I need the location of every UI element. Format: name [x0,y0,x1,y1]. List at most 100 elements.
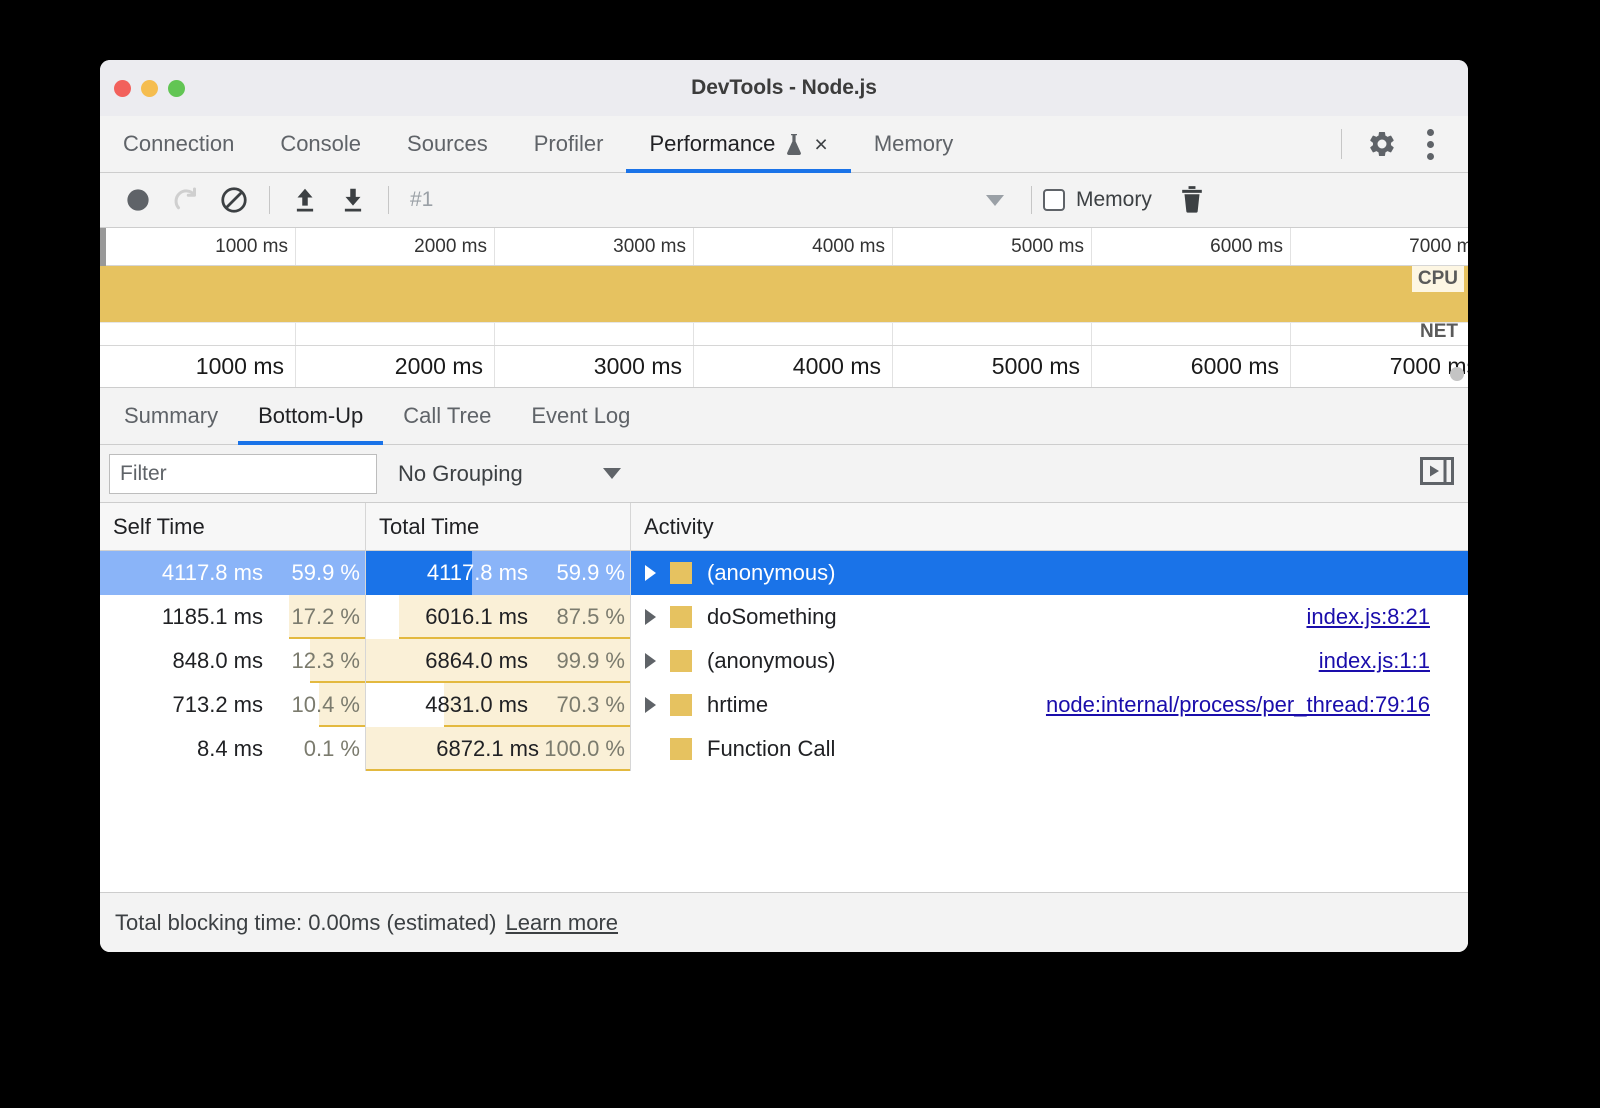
activity-name: (anonymous) [707,560,835,586]
expand-triangle-icon[interactable] [645,697,656,713]
total-blocking-time-text: Total blocking time: 0.00ms (estimated) [115,910,497,936]
ruler-tick: 1000 ms [100,346,296,387]
window-title: DevTools - Node.js [100,76,1468,100]
tab-profiler[interactable]: Profiler [511,116,627,172]
cell-activity: (anonymous) index.js:1:1 [631,639,1468,683]
expand-triangle-icon[interactable] [645,653,656,669]
total-time-percent: 59.9 % [539,560,625,586]
tab-label: Memory [874,131,953,157]
memory-checkbox[interactable] [1043,189,1065,211]
filter-toolbar: No Grouping [100,445,1468,503]
cell-self-time: 848.0 ms 12.3 % [100,639,366,683]
activity-name: Function Call [707,736,835,762]
cell-self-time: 1185.1 ms 17.2 % [100,595,366,639]
overview-ruler-top: 1000 ms 2000 ms 3000 ms 4000 ms 5000 ms … [100,228,1468,266]
table-row[interactable]: 1185.1 ms 17.2 % 6016.1 ms 87.5 % doSome… [100,595,1468,639]
source-link[interactable]: node:internal/process/per_thread:79:16 [1046,692,1430,718]
source-link[interactable]: index.js:1:1 [1319,648,1430,674]
cell-activity: hrtime node:internal/process/per_thread:… [631,683,1468,727]
tab-label: Console [280,131,361,157]
activity-color-swatch [670,694,692,716]
clear-prohibited-icon[interactable] [210,179,258,221]
memory-checkbox-group[interactable]: Memory [1043,188,1152,212]
upload-arrow-icon[interactable] [281,179,329,221]
cell-activity: (anonymous) [631,551,1468,595]
expand-triangle-icon[interactable] [645,565,656,581]
tab-performance[interactable]: Performance × [626,116,850,172]
tab-bottom-up[interactable]: Bottom-Up [238,388,383,444]
close-icon[interactable]: × [814,133,827,156]
filter-input[interactable] [109,454,377,494]
cell-total-time: 4831.0 ms 70.3 % [366,683,631,727]
activity-color-swatch [670,738,692,760]
activity-color-swatch [670,606,692,628]
grid-column [694,322,893,345]
ruler-tick: 3000 ms [495,346,694,387]
traffic-light-buttons [114,80,185,97]
grid-column [296,322,495,345]
total-time-percent: 100.0 % [539,736,625,762]
cell-self-time: 4117.8 ms 59.9 % [100,551,366,595]
ruler-tick: 2000 ms [296,346,495,387]
tab-label: Connection [123,131,234,157]
sidebar-collapse-icon[interactable] [1420,456,1454,491]
zoom-window-button[interactable] [168,80,185,97]
tab-label: Call Tree [403,403,491,429]
self-time-percent: 12.3 % [274,648,360,674]
table-row[interactable]: 848.0 ms 12.3 % 6864.0 ms 99.9 % (anonym… [100,639,1468,683]
tab-connection[interactable]: Connection [100,116,257,172]
gear-icon[interactable] [1360,122,1404,166]
ruler-tick: 1000 ms [100,228,296,265]
kebab-menu-icon[interactable] [1408,122,1452,166]
timeline-overview[interactable]: 1000 ms 2000 ms 3000 ms 4000 ms 5000 ms … [100,228,1468,388]
tab-call-tree[interactable]: Call Tree [383,388,511,444]
tab-event-log[interactable]: Event Log [511,388,650,444]
horizontal-scroll-thumb[interactable] [1450,367,1464,381]
tab-console[interactable]: Console [257,116,384,172]
tab-memory[interactable]: Memory [851,116,976,172]
ruler-tick: 7000 ms [1291,346,1468,387]
minimize-window-button[interactable] [141,80,158,97]
activity-color-swatch [670,562,692,584]
activity-name: doSomething [707,604,837,630]
column-header-total-time[interactable]: Total Time [366,503,631,550]
close-window-button[interactable] [114,80,131,97]
total-time-percent: 70.3 % [539,692,625,718]
record-circle-icon[interactable] [114,179,162,221]
tab-sources[interactable]: Sources [384,116,511,172]
trash-icon[interactable] [1168,179,1216,221]
grid-column [1092,322,1291,345]
chevron-down-icon [986,195,1004,206]
table-row[interactable]: 4117.8 ms 59.9 % 4117.8 ms 59.9 % (anony… [100,551,1468,595]
cell-total-time: 4117.8 ms 59.9 % [366,551,631,595]
self-time-value: 8.4 ms [197,736,263,762]
total-time-percent: 99.9 % [539,648,625,674]
learn-more-link[interactable]: Learn more [506,910,619,936]
ruler-tick: 6000 ms [1092,346,1291,387]
self-time-percent: 17.2 % [274,604,360,630]
divider [1341,129,1342,159]
tab-summary[interactable]: Summary [104,388,238,444]
tab-label: Event Log [531,403,630,429]
divider [1031,186,1032,214]
tab-label: Performance [649,131,775,157]
download-arrow-icon[interactable] [329,179,377,221]
timeline-ruler-bottom: 1000 ms 2000 ms 3000 ms 4000 ms 5000 ms … [100,346,1468,388]
self-time-percent: 59.9 % [274,560,360,586]
window-titlebar: DevTools - Node.js [100,60,1468,116]
reload-icon[interactable] [162,179,210,221]
table-row[interactable]: 8.4 ms 0.1 % 6872.1 ms 100.0 % Function … [100,727,1468,771]
column-header-self-time[interactable]: Self Time [100,503,366,550]
expand-triangle-icon[interactable] [645,609,656,625]
overview-window-left-handle[interactable] [100,228,106,266]
total-time-value: 6872.1 ms [436,736,539,762]
tabbar-actions [1337,116,1468,172]
column-header-activity[interactable]: Activity [631,503,1468,550]
table-row[interactable]: 713.2 ms 10.4 % 4831.0 ms 70.3 % hrtime … [100,683,1468,727]
grouping-selector[interactable]: No Grouping [398,461,621,487]
tab-label: Profiler [534,131,604,157]
experiment-flask-icon [784,132,804,156]
profile-selector[interactable]: #1 [400,188,1020,212]
panel-tabbar: Connection Console Sources Profiler Perf… [100,116,1468,173]
source-link[interactable]: index.js:8:21 [1306,604,1430,630]
